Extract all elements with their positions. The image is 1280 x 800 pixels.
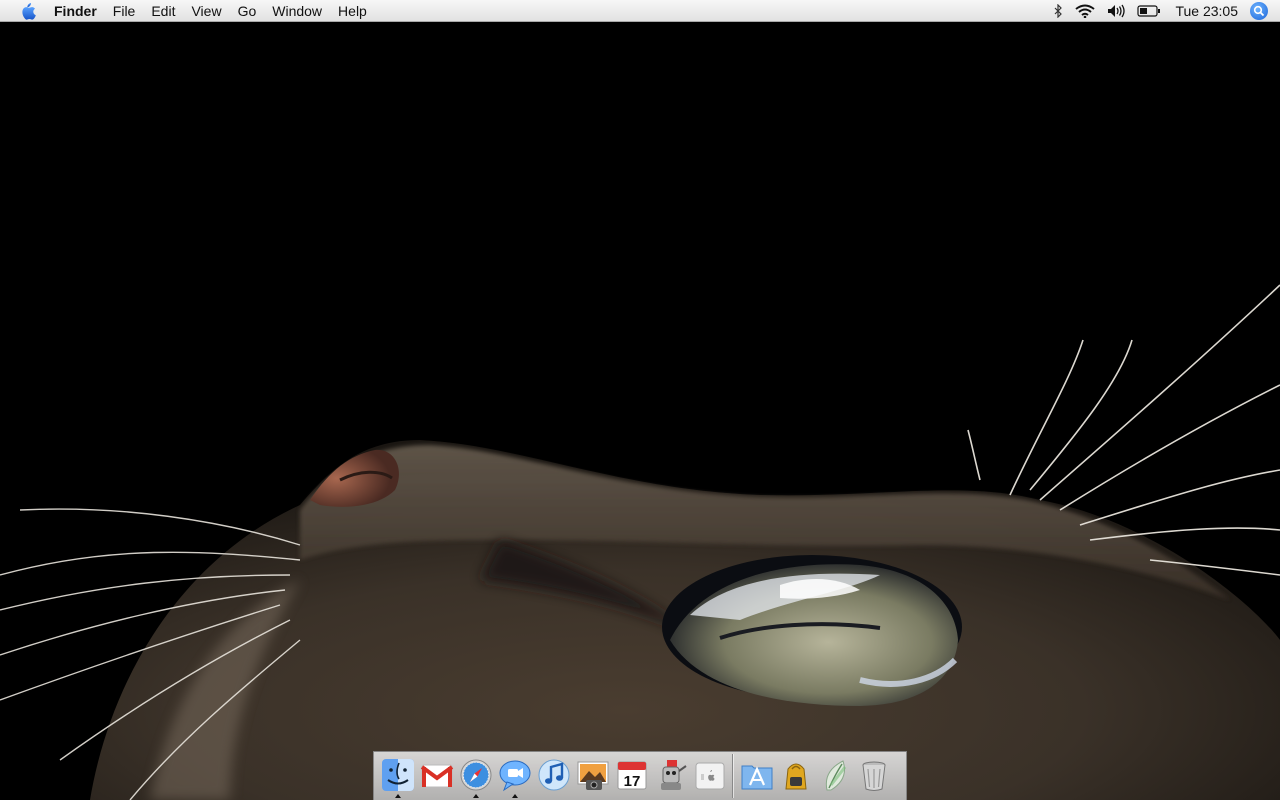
dock-item-gmail[interactable] [417, 753, 456, 799]
menu-go[interactable]: Go [230, 0, 265, 22]
dock-item-backpack[interactable] [776, 753, 815, 799]
menu-file[interactable]: File [105, 0, 144, 22]
trash-icon [862, 761, 885, 791]
running-indicator [511, 794, 518, 798]
apple-icon[interactable] [10, 0, 46, 22]
gmail-icon [420, 764, 453, 788]
dock-item-leaf[interactable] [815, 753, 854, 799]
dock-item-ical[interactable]: 17 [612, 753, 651, 799]
menu-bar: Finder File Edit View Go Window Help Tue… [0, 0, 1280, 22]
running-indicator [472, 794, 479, 798]
ical-date: 17 [623, 773, 640, 790]
automator-icon [660, 760, 687, 790]
dock-item-safari[interactable] [456, 753, 495, 799]
dock-item-apple-store[interactable] [690, 753, 729, 799]
dock-item-trash[interactable] [854, 753, 893, 799]
bluetooth-icon[interactable] [1047, 0, 1069, 22]
dock-item-finder[interactable] [378, 753, 417, 799]
menu-clock[interactable]: Tue 23:05 [1167, 0, 1250, 22]
finder-icon [381, 759, 414, 791]
safari-icon [460, 759, 491, 791]
dock-item-itunes[interactable] [534, 753, 573, 799]
iphoto-icon [577, 761, 608, 790]
dock: 17 [373, 751, 907, 800]
itunes-icon [538, 759, 569, 791]
menu-app-finder[interactable]: Finder [46, 0, 105, 22]
menu-extras: Tue 23:05 [1047, 0, 1280, 22]
desktop-wallpaper [0, 22, 1280, 800]
leaf-icon [825, 760, 846, 791]
dock-item-iphoto[interactable] [573, 753, 612, 799]
menu-help[interactable]: Help [330, 0, 375, 22]
apple-store-icon [695, 762, 724, 790]
dock-separator [732, 754, 733, 798]
dock-item-ichat[interactable] [495, 753, 534, 799]
dock-item-applications[interactable] [737, 753, 776, 799]
dock-item-automator[interactable] [651, 753, 690, 799]
menu-view[interactable]: View [183, 0, 229, 22]
ical-icon: 17 [617, 761, 646, 790]
menu-edit[interactable]: Edit [143, 0, 183, 22]
desktop-screen: Finder File Edit View Go Window Help Tue… [0, 0, 1280, 800]
ichat-icon [499, 760, 530, 792]
wifi-icon[interactable] [1069, 0, 1101, 22]
menu-window[interactable]: Window [264, 0, 330, 22]
spotlight-search-icon[interactable] [1250, 2, 1268, 20]
applications-folder-icon [741, 765, 772, 790]
battery-icon[interactable] [1131, 0, 1167, 22]
volume-icon[interactable] [1101, 0, 1131, 22]
running-indicator [394, 794, 401, 798]
cat-looking-up-photo [0, 22, 1280, 800]
backpack-icon [784, 763, 807, 790]
